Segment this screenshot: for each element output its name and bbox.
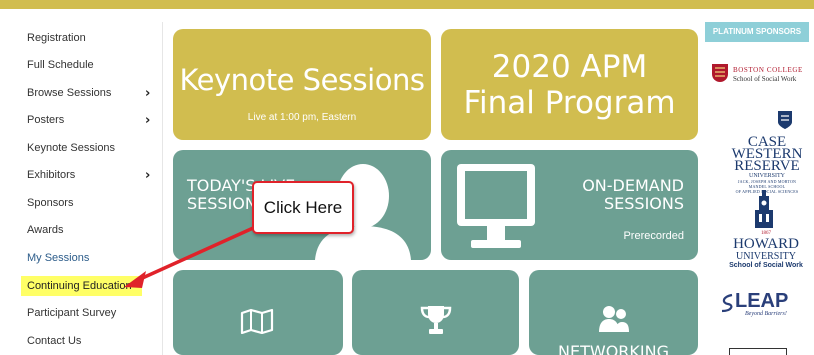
sponsor-boston-college-name[interactable]: BOSTON COLLEGE [733, 66, 803, 74]
tile-subtitle: Live at 1:00 pm, Eastern [247, 112, 357, 123]
sidebar-item-continuing-education[interactable]: Continuing Education [21, 276, 142, 296]
sidebar-item-browse-sessions[interactable]: Browse Sessions › [21, 80, 157, 106]
sponsor-leap-tagline: Beyond Barriers! [745, 311, 787, 317]
map-tile[interactable] [173, 270, 343, 355]
sidebar-item-contact-us[interactable]: Contact Us [21, 328, 157, 354]
case-western-shield-icon [778, 111, 792, 129]
sidebar-item-label: Registration [27, 32, 86, 44]
sponsor-howard-uni: UNIVERSITY [736, 251, 796, 262]
sidebar-item-my-sessions[interactable]: My Sessions [21, 245, 157, 271]
tile-title-line2: Final Program [463, 85, 676, 121]
sidebar-item-registration[interactable]: Registration [21, 25, 157, 51]
map-icon [240, 308, 274, 334]
callout-text: Click Here [263, 198, 343, 217]
sidebar-item-label: Sponsors [27, 197, 74, 209]
sponsor-logo-partial [729, 348, 787, 355]
chevron-right-icon[interactable]: › [145, 86, 150, 101]
tile-title-line2: SESSIONS [603, 194, 684, 213]
sidebar-item-label: Contact Us [27, 335, 82, 347]
sponsor-howard-school: School of Social Work [729, 262, 803, 269]
tile-title-line1: 2020 APM [491, 49, 648, 85]
final-program-tile[interactable]: 2020 APM Final Program [441, 29, 698, 140]
networking-tile[interactable]: NETWORKING [529, 270, 698, 355]
chevron-right-icon[interactable]: › [145, 168, 150, 183]
sidebar-nav: Registration Full Schedule Browse Sessio… [0, 22, 163, 355]
sidebar-item-keynote-sessions[interactable]: Keynote Sessions [21, 135, 157, 161]
click-here-callout: Click Here [252, 181, 354, 234]
boston-college-seal-icon [712, 64, 728, 82]
tile-title-line1: ON-DEMAND [582, 176, 684, 195]
on-demand-sessions-tile[interactable]: ON-DEMAND SESSIONS Prerecorded [441, 150, 698, 260]
tile-subtitle: Prerecorded [623, 230, 684, 242]
sidebar-item-awards[interactable]: Awards [21, 217, 157, 243]
sponsor-case-western-line: RESERVE [734, 158, 800, 174]
tile-title: Keynote Sessions [179, 63, 425, 97]
sidebar-item-label: Browse Sessions [27, 87, 112, 99]
sidebar-item-participant-survey[interactable]: Participant Survey [21, 300, 157, 326]
sidebar-item-full-schedule[interactable]: Full Schedule [21, 52, 157, 78]
awards-tile[interactable] [352, 270, 519, 355]
howard-tower-icon [755, 190, 773, 228]
sponsors-panel: PLATINUM SPONSORS BOSTON COLLEGE School … [705, 22, 814, 355]
sidebar-item-posters[interactable]: Posters › [21, 107, 157, 133]
trophy-icon [420, 306, 452, 334]
tile-title: NETWORKING [558, 342, 669, 355]
sponsors-header: PLATINUM SPONSORS [705, 22, 809, 42]
sidebar-item-label: My Sessions [27, 252, 90, 264]
sponsor-boston-college-sub: School of Social Work [733, 75, 797, 83]
sidebar-item-exhibitors[interactable]: Exhibitors › [21, 162, 157, 188]
sidebar-item-label: Exhibitors [27, 169, 76, 181]
sidebar-item-sponsors[interactable]: Sponsors [21, 190, 157, 216]
top-accent-bar [0, 0, 814, 9]
sidebar-item-label: Keynote Sessions [27, 142, 116, 154]
sidebar-item-label: Full Schedule [27, 59, 94, 71]
sidebar-item-label: Posters [27, 114, 65, 126]
keynote-sessions-tile[interactable]: Keynote Sessions Live at 1:00 pm, Easter… [173, 29, 431, 140]
sidebar-item-label: Participant Survey [27, 307, 117, 319]
leap-swoosh-icon [721, 293, 733, 313]
sponsor-leap-name[interactable]: LEAP [735, 290, 788, 313]
people-icon [599, 306, 629, 332]
sidebar-item-label: Continuing Education [27, 280, 132, 292]
monitor-icon [457, 164, 535, 248]
sidebar-item-label: Awards [27, 224, 64, 236]
chevron-right-icon[interactable]: › [145, 113, 150, 128]
